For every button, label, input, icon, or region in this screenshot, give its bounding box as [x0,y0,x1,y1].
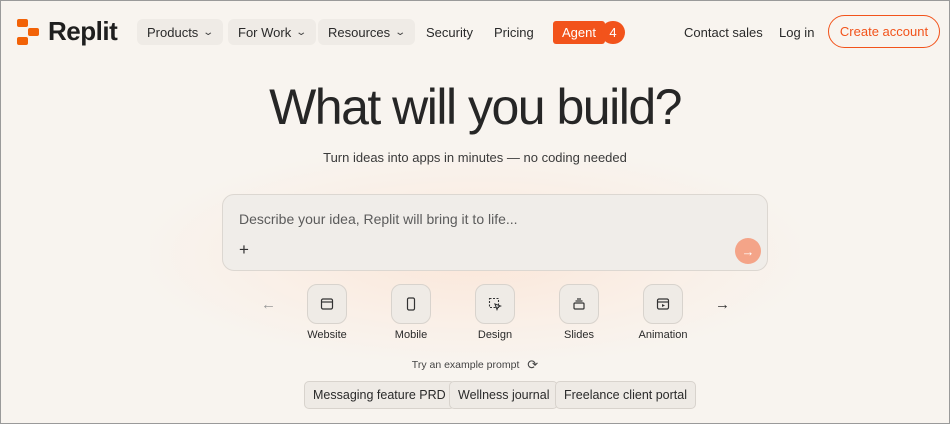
carousel-next-arrow-icon[interactable]: → [715,296,730,313]
design-cursor-icon [475,284,515,324]
browser-window-icon [307,284,347,324]
category-mobile[interactable]: Mobile [381,284,441,341]
plus-icon[interactable]: + [237,240,251,260]
nav-for-work[interactable]: For Work ⌄ [228,19,316,45]
idea-input[interactable] [239,209,739,229]
category-website[interactable]: Website [297,284,357,341]
nav-resources[interactable]: Resources ⌄ [318,19,415,45]
send-button[interactable]: → [735,238,761,264]
brand-name: Replit [48,16,118,46]
nav-security[interactable]: Security [416,19,483,45]
example-chip[interactable]: Wellness journal [449,381,559,409]
example-prompt-label: Try an example prompt [411,359,520,371]
example-chip[interactable]: Freelance client portal [555,381,696,409]
top-nav: Replit Products ⌄ For Work ⌄ Resources ⌄… [0,0,950,62]
create-account-label: Create account [839,24,929,39]
slides-stack-icon [559,284,599,324]
hero-subtitle: Turn ideas into apps in minutes — no cod… [323,150,627,165]
prompt-box: + → [222,194,768,271]
category-slides[interactable]: Slides [549,284,609,341]
category-label: Website [307,329,347,341]
category-label: Mobile [394,329,428,341]
nav-products-label: Products [147,24,199,40]
agent-button[interactable]: Agent [553,21,605,44]
log-in-label: Log in [779,24,815,40]
hero-title: What will you build? [269,79,682,135]
carousel-prev-arrow-icon[interactable]: ← [261,296,276,313]
create-account-button[interactable]: Create account [828,15,940,48]
example-chip[interactable]: Messaging feature PRD [304,381,455,409]
agent-version-badge: 4 [601,21,625,44]
nav-security-label: Security [426,24,473,40]
category-label: Animation [638,329,688,341]
contact-sales-label: Contact sales [684,24,763,40]
category-label: Design [477,329,513,341]
chevron-down-icon: ⌄ [394,26,407,38]
refresh-icon[interactable]: ⟳ [527,357,538,373]
replit-logo-icon [17,18,39,45]
contact-sales-link[interactable]: Contact sales [674,19,773,45]
play-window-icon [643,284,683,324]
nav-resources-label: Resources [328,24,391,40]
category-animation[interactable]: Animation [633,284,693,341]
example-prompt-row: Try an example prompt ⟳ [0,357,950,373]
nav-pricing-label: Pricing [494,24,534,40]
log-in-link[interactable]: Log in [769,19,824,45]
chevron-down-icon: ⌄ [295,26,308,38]
agent-label: Agent [562,25,596,40]
nav-for-work-label: For Work [238,24,292,40]
replit-logo[interactable]: Replit [17,16,118,47]
nav-products[interactable]: Products ⌄ [137,19,223,45]
nav-pricing[interactable]: Pricing [484,19,544,45]
category-design[interactable]: Design [465,284,525,341]
category-label: Slides [564,329,594,341]
phone-icon [391,284,431,324]
arrow-right-icon: → [741,243,755,259]
chevron-down-icon: ⌄ [202,26,215,38]
